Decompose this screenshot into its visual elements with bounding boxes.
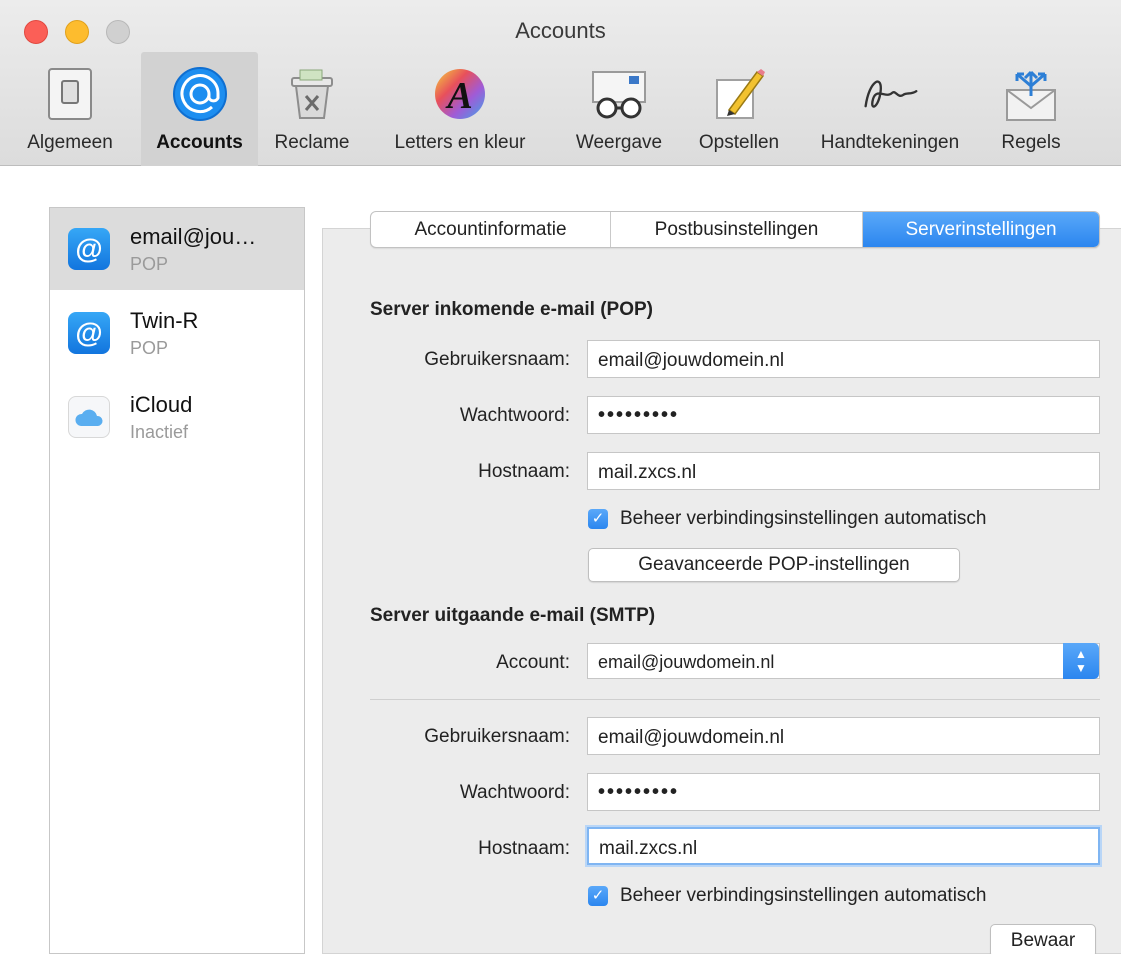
toolbar-item-regels[interactable]: Regels: [983, 52, 1079, 166]
compose-pencil-icon: [709, 64, 769, 124]
toolbar-label: Accounts: [156, 132, 243, 153]
tab-postbusinstellingen[interactable]: Postbusinstellingen: [611, 212, 863, 247]
toolbar-item-opstellen[interactable]: Opstellen: [681, 52, 797, 166]
tab-serverinstellingen[interactable]: Serverinstellingen: [863, 212, 1099, 247]
account-type: POP: [130, 338, 169, 358]
toolbar-label: Letters en kleur: [394, 132, 526, 153]
account-name: iCloud: [130, 392, 193, 417]
account-item-icloud[interactable]: iCloud Inactief: [50, 376, 304, 458]
section-divider: [370, 699, 1100, 700]
outgoing-account-select[interactable]: email@jouwdomein.nl ▲ ▼: [587, 643, 1100, 679]
account-type: POP: [130, 254, 169, 274]
cloud-icon: [68, 396, 110, 438]
account-item-twin-r[interactable]: @ Twin-R POP: [50, 292, 304, 374]
font-color-icon: A: [430, 64, 490, 124]
outgoing-server-heading: Server uitgaande e-mail (SMTP): [370, 605, 656, 626]
junk-mail-icon: [282, 64, 342, 124]
at-sign-icon: @: [68, 312, 110, 354]
checkmark-icon: ✓: [588, 509, 608, 529]
advanced-pop-settings-button[interactable]: Geavanceerde POP-instellingen: [588, 548, 960, 582]
outgoing-username-field[interactable]: email@jouwdomein.nl: [587, 717, 1100, 755]
incoming-username-field[interactable]: email@jouwdomein.nl: [587, 340, 1100, 378]
account-name: email@jou…: [130, 224, 257, 249]
switch-icon: [40, 64, 100, 124]
outgoing-hostname-label: Hostnaam:: [478, 838, 570, 859]
tab-accountinformatie[interactable]: Accountinformatie: [371, 212, 611, 247]
accounts-sidebar: @ email@jou… POP @ Twin-R POP iCloud Ina…: [49, 207, 305, 954]
save-button[interactable]: Bewaar: [990, 924, 1096, 954]
up-down-chevron-icon: ▲ ▼: [1063, 643, 1099, 679]
outgoing-auto-manage-label: Beheer verbindingsinstellingen automatis…: [620, 885, 987, 906]
checkmark-icon: ✓: [588, 886, 608, 906]
outgoing-password-label: Wachtwoord:: [459, 782, 570, 803]
account-name: Twin-R: [130, 308, 199, 333]
at-sign-icon: [170, 64, 230, 124]
incoming-password-label: Wachtwoord:: [459, 405, 570, 426]
outgoing-username-label: Gebruikersnaam:: [424, 726, 570, 747]
outgoing-auto-manage-checkbox[interactable]: ✓ Beheer verbindingsinstellingen automat…: [588, 885, 987, 907]
toolbar-label: Regels: [1001, 132, 1061, 153]
toolbar-label: Handtekeningen: [820, 132, 960, 153]
toolbar-item-reclame[interactable]: Reclame: [262, 52, 362, 166]
outgoing-account-label: Account:: [496, 652, 570, 673]
incoming-password-field[interactable]: •••••••••: [587, 396, 1100, 434]
outgoing-account-value: email@jouwdomein.nl: [598, 652, 775, 672]
toolbar-item-algemeen[interactable]: Algemeen: [0, 52, 140, 166]
svg-text:A: A: [445, 75, 472, 117]
toolbar-label: Algemeen: [27, 132, 113, 153]
incoming-server-heading: Server inkomende e-mail (POP): [370, 299, 653, 320]
signature-icon: [860, 64, 920, 124]
toolbar-label: Opstellen: [698, 132, 780, 153]
glasses-icon: [589, 64, 649, 124]
incoming-auto-manage-label: Beheer verbindingsinstellingen automatis…: [620, 508, 987, 529]
settings-tabs: Accountinformatie Postbusinstellingen Se…: [370, 211, 1100, 248]
incoming-hostname-label: Hostnaam:: [478, 461, 570, 482]
outgoing-hostname-field[interactable]: mail.zxcs.nl: [587, 827, 1100, 865]
rules-envelope-icon: [1001, 64, 1061, 124]
toolbar-label: Reclame: [274, 132, 350, 153]
toolbar-label: Weergave: [575, 132, 663, 153]
toolbar-item-letters-en-kleur[interactable]: A Letters en kleur: [366, 52, 554, 166]
window-toolbar-area: Accounts Algemeen Accounts Reclame A Let…: [0, 0, 1121, 166]
account-type: Inactief: [130, 422, 189, 442]
toolbar-item-weergave[interactable]: Weergave: [557, 52, 681, 166]
outgoing-password-field[interactable]: •••••••••: [587, 773, 1100, 811]
at-sign-icon: @: [68, 228, 110, 270]
toolbar-item-accounts[interactable]: Accounts: [141, 52, 258, 166]
toolbar-item-handtekeningen[interactable]: Handtekeningen: [797, 52, 983, 166]
incoming-hostname-field[interactable]: mail.zxcs.nl: [587, 452, 1100, 490]
account-item-email[interactable]: @ email@jou… POP: [50, 208, 304, 290]
incoming-username-label: Gebruikersnaam:: [424, 349, 570, 370]
window-title: Accounts: [515, 18, 606, 43]
incoming-auto-manage-checkbox[interactable]: ✓ Beheer verbindingsinstellingen automat…: [588, 508, 987, 530]
preferences-toolbar: Algemeen Accounts Reclame A Letters en k…: [0, 52, 1121, 166]
